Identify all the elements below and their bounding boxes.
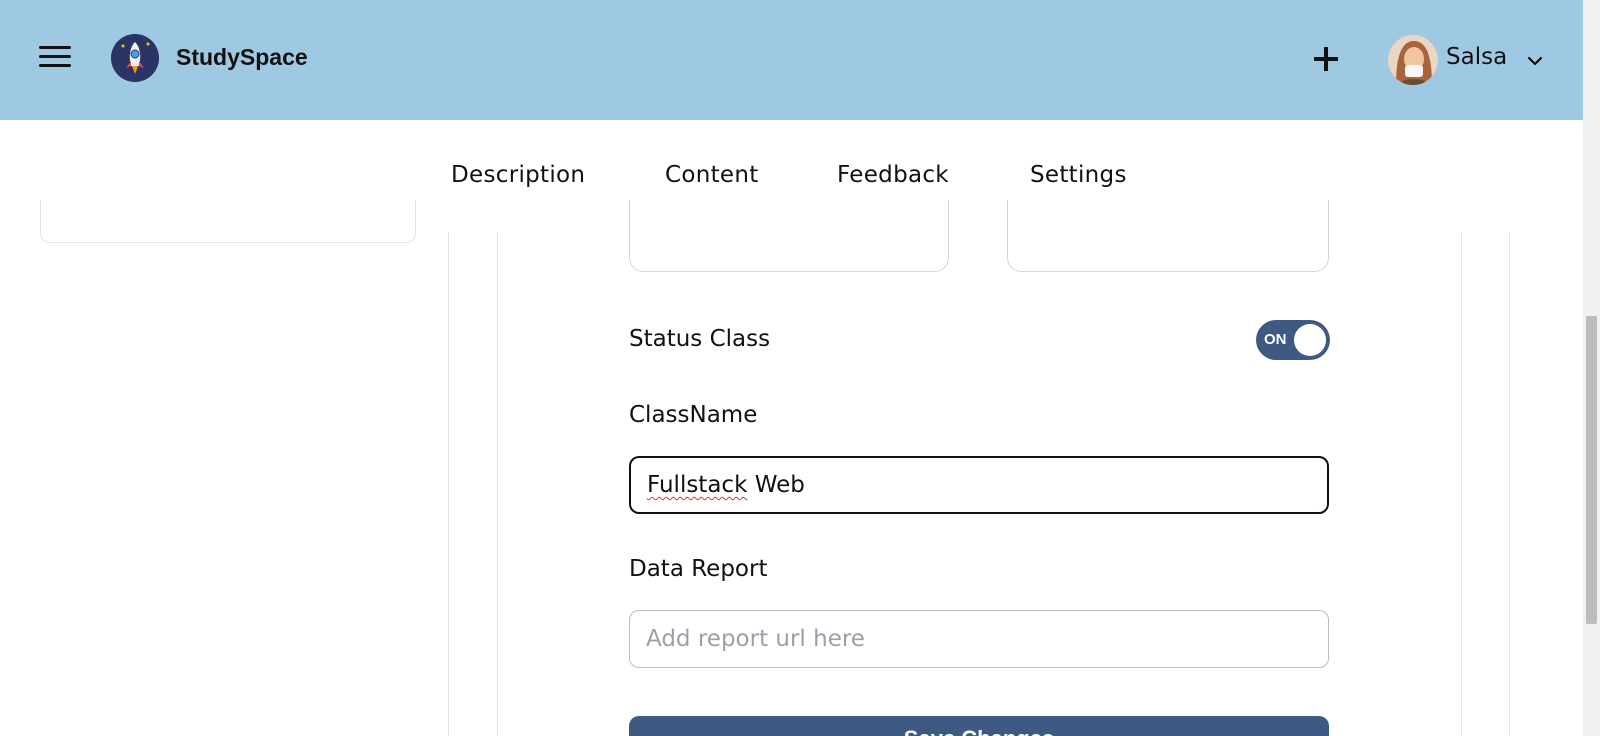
- tab-content[interactable]: Content: [665, 162, 759, 188]
- status-class-toggle[interactable]: ON: [1256, 320, 1330, 360]
- tab-description[interactable]: Description: [451, 162, 585, 188]
- divider-line: [1509, 232, 1510, 736]
- add-icon[interactable]: [1311, 44, 1341, 74]
- report-url-input[interactable]: Add report url here: [629, 610, 1329, 668]
- tab-feedback[interactable]: Feedback: [837, 162, 949, 188]
- classname-value: Web: [747, 472, 805, 498]
- classname-input[interactable]: Fullstack Web: [629, 456, 1329, 514]
- side-panel-card: [40, 200, 416, 243]
- classname-value-misspelled: Fullstack: [647, 472, 748, 498]
- divider-line: [1461, 232, 1462, 736]
- rocket-logo-icon[interactable]: [111, 34, 159, 82]
- chevron-down-icon[interactable]: [1527, 52, 1543, 66]
- divider-line: [448, 232, 449, 736]
- data-report-label: Data Report: [629, 556, 768, 582]
- form-field-partial[interactable]: [1007, 200, 1329, 272]
- tab-settings[interactable]: Settings: [1030, 162, 1127, 188]
- scrollbar-thumb[interactable]: [1586, 316, 1597, 624]
- brand-name: StudySpace: [176, 44, 308, 70]
- save-changes-button[interactable]: Save Changes: [629, 716, 1329, 736]
- user-name[interactable]: Salsa: [1446, 44, 1507, 70]
- menu-icon[interactable]: [39, 46, 71, 68]
- toggle-state-text: ON: [1264, 331, 1287, 348]
- divider-line: [497, 232, 498, 736]
- form-field-partial[interactable]: [629, 200, 949, 272]
- avatar[interactable]: [1388, 35, 1438, 85]
- classname-label: ClassName: [629, 402, 758, 428]
- status-class-label: Status Class: [629, 326, 771, 352]
- top-header: StudySpace Salsa: [0, 0, 1583, 120]
- toggle-knob: [1294, 324, 1326, 356]
